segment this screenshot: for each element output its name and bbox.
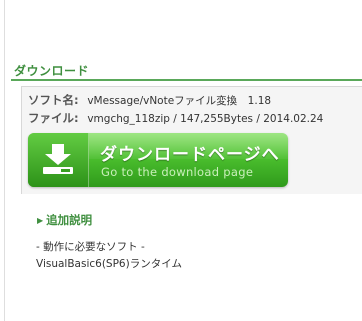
file-label: ファイル: — [28, 111, 79, 125]
download-page-button[interactable]: ダウンロードページへ Go to the download page — [28, 133, 288, 187]
section-title: ダウンロード — [14, 64, 90, 78]
file-value: vmgchg_118zip / 147,255Bytes / 2014.02.2… — [87, 113, 324, 125]
page-left-border — [4, 0, 5, 321]
software-value: vMessage/vNoteファイル変換 1.18 — [87, 95, 272, 107]
requirement-runtime: VisualBasic6(SP6)ランタイム — [36, 258, 182, 270]
extra-info-heading: ▶ 追加説明 — [37, 212, 92, 228]
download-button-label: ダウンロードページへ — [100, 145, 280, 165]
download-icon-box — [28, 133, 89, 187]
software-row: ソフト名: vMessage/vNoteファイル変換 1.18 — [28, 92, 271, 108]
section-divider — [11, 79, 362, 81]
requirement-heading: - 動作に必要なソフト - — [36, 241, 145, 253]
file-row: ファイル: vmgchg_118zip / 147,255Bytes / 201… — [28, 110, 323, 126]
extra-info-title: 追加説明 — [46, 213, 93, 227]
software-label: ソフト名: — [28, 93, 79, 107]
triangle-right-icon: ▶ — [37, 216, 44, 225]
download-icon — [43, 144, 73, 174]
download-button-sublabel: Go to the download page — [101, 165, 254, 179]
